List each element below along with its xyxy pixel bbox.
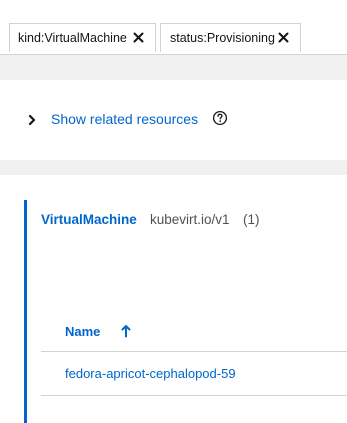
close-icon[interactable] — [131, 30, 145, 44]
search-results-page: kind:VirtualMachine status:Provisioning … — [0, 0, 347, 423]
resource-group-virtualmachine: VirtualMachine kubevirt.io/v1 (1) Name f… — [24, 200, 347, 423]
filter-chip-label: kind:VirtualMachine — [18, 31, 127, 45]
show-related-resources-toggle[interactable]: Show related resources — [51, 111, 198, 127]
table-divider — [41, 395, 347, 396]
filter-chip-kind: kind:VirtualMachine — [9, 23, 156, 52]
filter-chip-status: status:Provisioning — [160, 23, 301, 52]
result-count: (1) — [243, 212, 260, 227]
api-version: kubevirt.io/v1 — [150, 212, 230, 227]
filter-chip-label: status:Provisioning — [170, 31, 275, 45]
chevron-right-icon[interactable] — [27, 113, 37, 126]
table-divider — [41, 351, 347, 352]
related-resources-card: Show related resources — [0, 80, 347, 160]
column-header-name[interactable]: Name — [65, 324, 100, 339]
close-icon[interactable] — [276, 30, 290, 44]
resource-kind-title[interactable]: VirtualMachine — [41, 212, 137, 227]
search-results-section: VirtualMachine kubevirt.io/v1 (1) Name f… — [0, 175, 347, 423]
help-icon[interactable] — [212, 110, 228, 126]
sort-ascending-icon[interactable] — [121, 324, 131, 338]
filter-chip-bar: kind:VirtualMachine status:Provisioning — [0, 0, 347, 55]
table-row-link[interactable]: fedora-apricot-cephalopod-59 — [65, 366, 236, 381]
